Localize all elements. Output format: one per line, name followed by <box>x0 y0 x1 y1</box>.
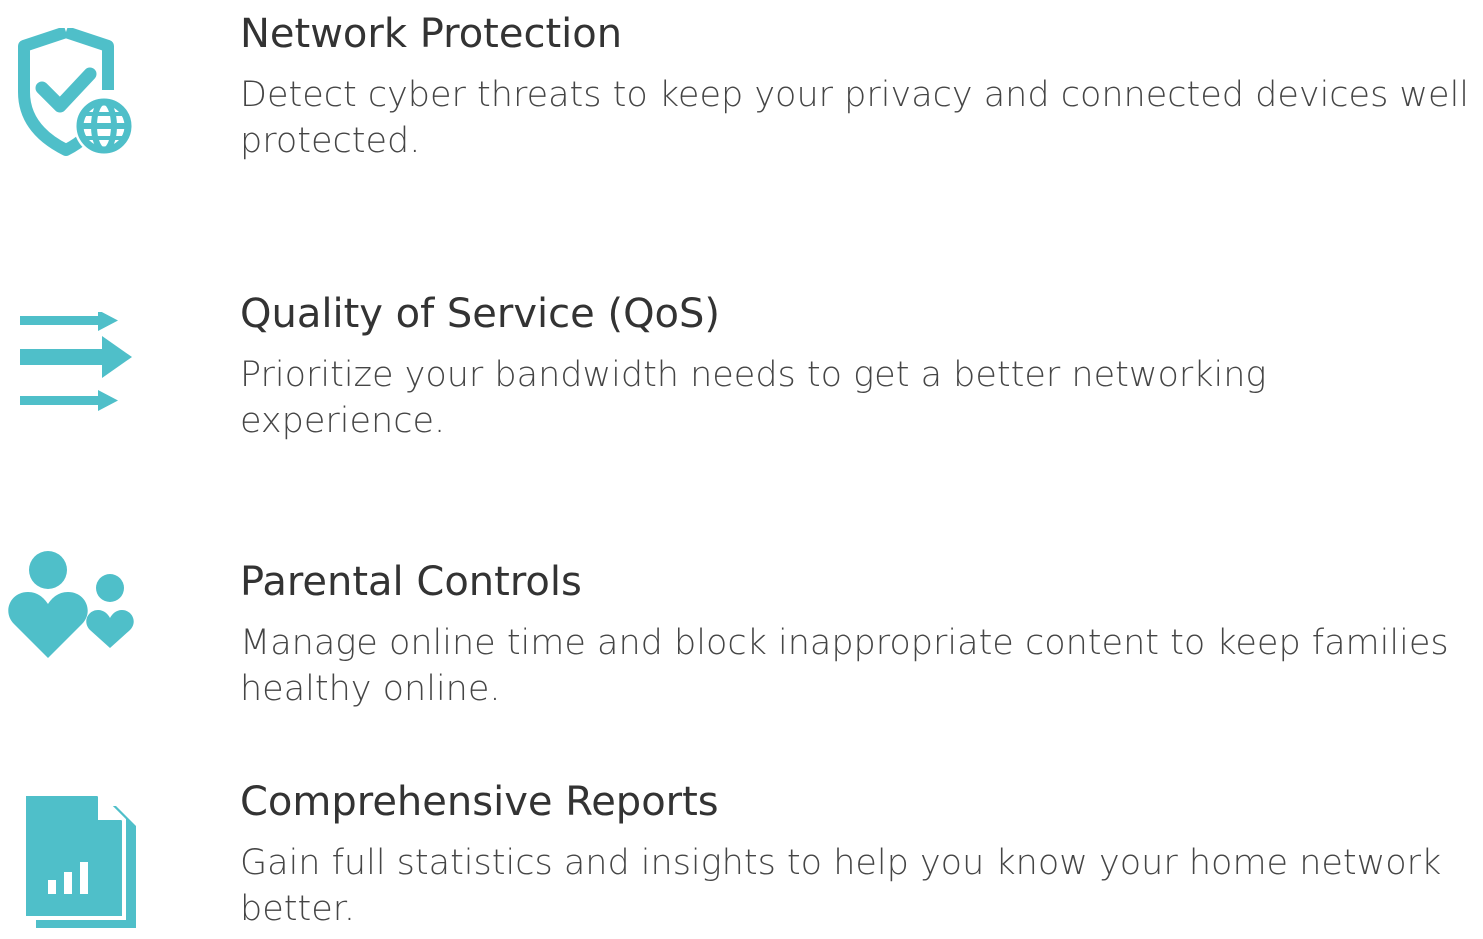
arrows-icon <box>20 310 140 420</box>
report-document-icon <box>22 792 138 934</box>
feature-title: Parental Controls <box>240 559 582 605</box>
feature-description: Manage online time and block inappropria… <box>240 623 1449 709</box>
feature-title: Comprehensive Reports <box>240 779 719 825</box>
feature-description: Detect cyber threats to keep your privac… <box>240 75 1470 161</box>
feature-title: Quality of Service (QoS) <box>240 291 721 337</box>
feature-description: Prioritize your bandwidth needs to get a… <box>240 355 1267 441</box>
family-heart-icon <box>8 550 140 666</box>
feature-title: Network Protection <box>240 11 623 57</box>
feature-description: Gain full statistics and insights to hel… <box>240 843 1442 929</box>
shield-globe-icon <box>16 26 140 162</box>
